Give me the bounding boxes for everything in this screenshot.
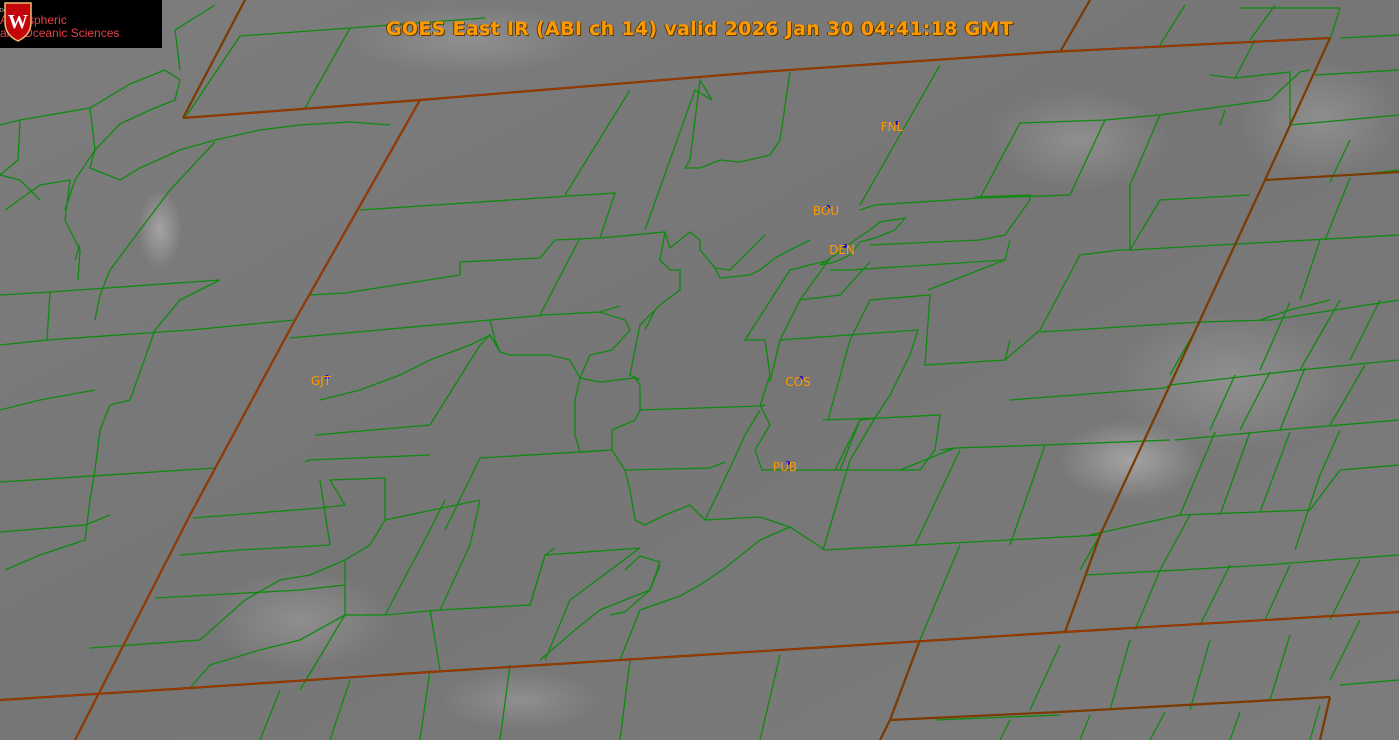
image-title: GOES East IR (ABI ch 14) valid 2026 Jan … (386, 18, 1013, 40)
station-label-gjt: GJT (310, 374, 332, 388)
station-label-cos: COS (785, 375, 811, 389)
station-label-bou: BOU (812, 204, 840, 218)
station-label-pub: PUB (772, 460, 798, 474)
station-label-fnl: FNL (880, 120, 904, 134)
station-label-den: DEN (829, 243, 855, 257)
satellite-map: FNL BOU DEN GJT COS PUB W Department of … (0, 0, 1399, 740)
ir-imagery-layer (0, 0, 1399, 740)
